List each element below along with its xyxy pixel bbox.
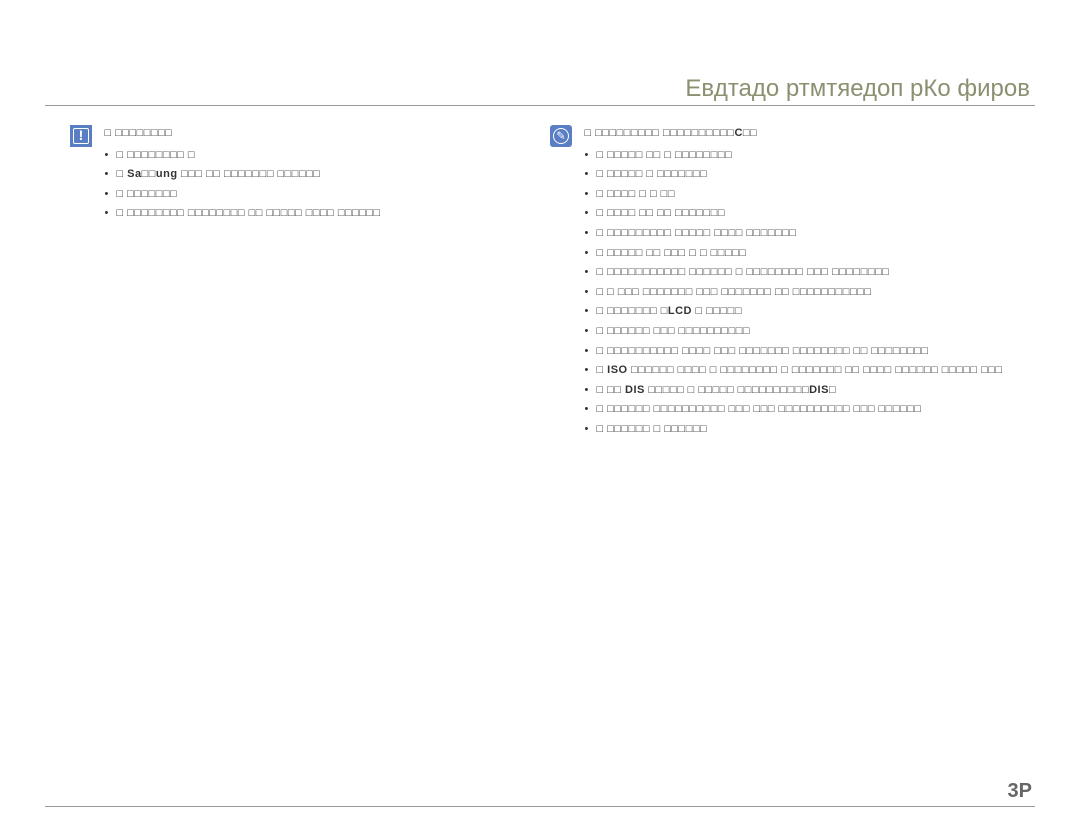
right-section-title: □ □□□□□□□□□ □□□□□□□□□□С□□ [584,125,1029,143]
header-title: Евдтадо ртмтяедоп рКо фиров [685,75,1030,102]
left-item-text: □□□ □□ □□□□□□□ □□□□□□ [181,168,320,180]
c-text: С [734,127,742,139]
right-item: □ □□□□□□ □ □□□□□□ [584,421,1029,439]
right-item: □ □□□□□□□□□□ □□□□ □□□ □□□□□□□ □□□□□□□□ □… [584,343,1029,361]
iso-text: ISO [607,364,627,376]
right-item: □ □□□□ □□ □□ □□□□□□□ [584,205,1029,223]
left-column: □ □□□□□□□□ □ □□□□□□□□ □ □ Sa□□ung □□□ □□… [70,125,510,441]
right-item: □ □□□□□□ □□□□□□□□□□ □□□ □□□ □□□□□□□□□□ □… [584,401,1029,419]
note-icon [550,125,572,147]
main-content: □ □□□□□□□□ □ □□□□□□□□ □ □ Sa□□ung □□□ □□… [70,125,1035,441]
right-item: □ □□□□□ □□ □ □□□□□□□□ [584,147,1029,165]
right-item: □ □□□□□□ □□□ □□□□□□□□□□ [584,323,1029,341]
left-item: □ Sa□□ung □□□ □□ □□□□□□□ □□□□□□ [104,166,509,184]
samsung-text: □ Sa□□ung [116,168,177,180]
left-item: □ □□□□□□□□ □□□□□□□□ □□ □□□□□ □□□□ □□□□□□ [104,205,509,223]
left-item: □ □□□□□□□□ □ [104,147,509,165]
right-column: □ □□□□□□□□□ □□□□□□□□□□С□□ □ □□□□□ □□ □ □… [550,125,1030,441]
dis-text-2: DIS [809,384,829,396]
warning-section: □ □□□□□□□□ □ □□□□□□□□ □ □ Sa□□ung □□□ □□… [70,125,510,225]
header-divider [45,105,1035,106]
lcd-prefix: □ □□□□□□□ □ [596,305,667,317]
right-item: □ □ □□□ □□□□□□□ □□□ □□□□□□□ □□ □□□□□□□□□… [584,284,1029,302]
right-title-text: □ □□□□□□□□□ □□□□□□□□□□ [584,127,734,139]
page-number: 3P [1008,780,1032,803]
right-item: □ □□□□□□□□□ □□□□□ □□□□ □□□□□□□ [584,225,1029,243]
right-item: □ □□□□ □ □ □□ [584,186,1029,204]
warning-icon [70,125,92,147]
left-text-block: □ □□□□□□□□ □ □□□□□□□□ □ □ Sa□□ung □□□ □□… [104,125,509,225]
page-header: Евдтадо ртмтяедоп рКо фиров [685,75,1030,103]
right-item: □ □□□□□ □□ □□□ □ □ □□□□□ [584,245,1029,263]
dis-text: DIS [625,384,645,396]
left-item: □ □□□□□□□ [104,186,509,204]
right-text-block: □ □□□□□□□□□ □□□□□□□□□□С□□ □ □□□□□ □□ □ □… [584,125,1029,441]
footer-divider [45,806,1035,807]
dis-prefix: □ □□ [596,384,625,396]
left-section-title: □ □□□□□□□□ [104,125,509,143]
right-item: □ □□□□□□□□□□□ □□□□□□ □ □□□□□□□□ □□□ □□□□… [584,264,1029,282]
iso-suffix: □□□□□□ □□□□ □ □□□□□□□□ □ □□□□□□□ □□ □□□□… [628,364,1003,376]
note-section: □ □□□□□□□□□ □□□□□□□□□□С□□ □ □□□□□ □□ □ □… [550,125,1030,441]
right-item: □ □□□□□□□ □LCD □ □□□□□ [584,303,1029,321]
lcd-suffix: □ □□□□□ [692,305,742,317]
iso-prefix: □ [596,364,607,376]
lcd-text: LCD [668,305,692,317]
right-item: □ ISO □□□□□□ □□□□ □ □□□□□□□□ □ □□□□□□□ □… [584,362,1029,380]
dis-mid: □□□□□ □ □□□□□ □□□□□□□□□□ [645,384,809,396]
dis-suffix: □ [829,384,836,396]
right-item: □ □□ DIS □□□□□ □ □□□□□ □□□□□□□□□□DIS□ [584,382,1029,400]
right-item: □ □□□□□ □ □□□□□□□ [584,166,1029,184]
right-title-suffix: □□ [743,127,757,139]
